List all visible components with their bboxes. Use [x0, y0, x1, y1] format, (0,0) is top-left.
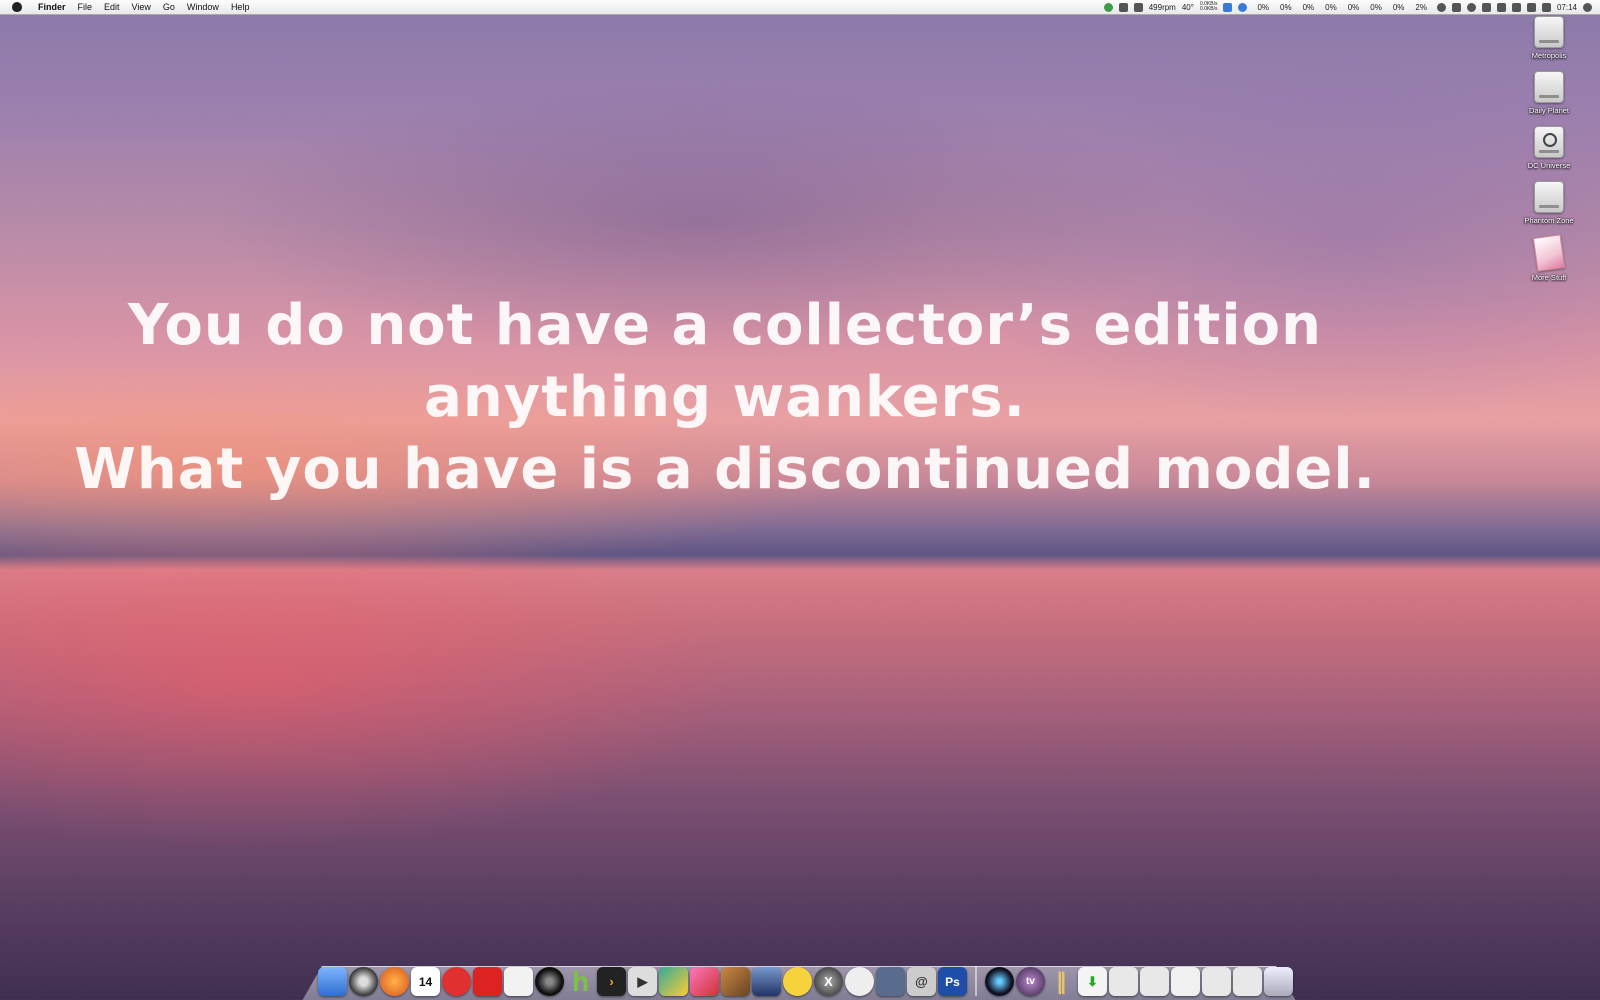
- monitor-icon[interactable]: [1133, 2, 1143, 12]
- temperature[interactable]: 40°: [1182, 3, 1194, 12]
- downloads-stack-icon[interactable]: ⬇: [1078, 967, 1107, 996]
- desktop-icon-label: More Stuff: [1531, 273, 1567, 282]
- cpu-core-5: 0%: [1347, 2, 1360, 12]
- bluetooth-icon[interactable]: [1481, 2, 1491, 12]
- drive-icon: [1534, 71, 1564, 103]
- battery-icon[interactable]: [1541, 2, 1551, 12]
- memory-icon[interactable]: [1223, 2, 1233, 12]
- dock-separator: [975, 966, 977, 996]
- documents-stack-icon[interactable]: [1109, 967, 1138, 996]
- frontrow-icon[interactable]: [985, 967, 1014, 996]
- menu-bar: Finder File Edit View Go Window Help 499…: [0, 0, 1600, 15]
- garageband-guitar-icon[interactable]: [721, 967, 750, 996]
- vinyl-icon[interactable]: [535, 967, 564, 996]
- cpu-meters[interactable]: 0% 0% 0% 0% 0% 0% 0% 2%: [1257, 3, 1427, 12]
- stack-folder-icon[interactable]: [1233, 967, 1262, 996]
- sync-icon[interactable]: [1436, 2, 1446, 12]
- drive-icon: [1534, 181, 1564, 213]
- mail-at-icon[interactable]: @: [907, 967, 936, 996]
- stack-icon: [1532, 234, 1566, 272]
- cpu-core-3: 0%: [1302, 2, 1315, 12]
- desktop-icon-label: Phantom Zone: [1524, 216, 1574, 225]
- clock[interactable]: 07:14: [1557, 3, 1577, 12]
- volume-icon[interactable]: [1526, 2, 1536, 12]
- cpu-core-2: 0%: [1280, 2, 1292, 12]
- pencils-folder-icon[interactable]: ∥: [1047, 967, 1076, 996]
- menu-file[interactable]: File: [72, 0, 99, 14]
- stack-folder-icon[interactable]: [1171, 967, 1200, 996]
- tv-icon[interactable]: tv: [1016, 967, 1045, 996]
- hulu-icon[interactable]: h: [566, 966, 595, 997]
- white-disc-icon[interactable]: [845, 967, 874, 996]
- red-app-icon[interactable]: [473, 967, 502, 996]
- quote-line-2: anything wankers.: [424, 365, 1026, 430]
- wallpaper-quote: You do not have a collector’s edition an…: [20, 290, 1430, 506]
- menu-app-finder[interactable]: Finder: [32, 0, 72, 14]
- dashboard-icon[interactable]: [876, 967, 905, 996]
- desktop-icon-more-stuff[interactable]: More Stuff: [1514, 234, 1584, 282]
- speech-bubble-icon[interactable]: [442, 967, 471, 996]
- cpu-core-7: 0%: [1392, 2, 1405, 12]
- flag-icon[interactable]: [1511, 2, 1521, 12]
- osx-x-icon[interactable]: X: [814, 967, 843, 996]
- menu-view[interactable]: View: [126, 0, 157, 14]
- time-machine-icon[interactable]: [1466, 2, 1476, 12]
- desktop-icon-label: Daily Planet: [1528, 106, 1570, 115]
- network-meter[interactable]: 0.0KB/s 0.0KB/s: [1200, 2, 1218, 12]
- globe-icon[interactable]: [1103, 2, 1113, 12]
- photoshop-icon[interactable]: Ps: [938, 967, 967, 996]
- colorful-app-icon[interactable]: [659, 967, 688, 996]
- quote-line-3: What you have is a discontinued model.: [74, 437, 1376, 502]
- desktop-icon-metropolis[interactable]: Metropolis: [1514, 16, 1584, 60]
- stack-folder-icon[interactable]: [1202, 967, 1231, 996]
- net-down: 0.0KB/s: [1199, 6, 1218, 12]
- desktop-icon-phantom-zone[interactable]: Phantom Zone: [1514, 181, 1584, 225]
- textedit-icon[interactable]: [504, 967, 533, 996]
- time-machine-drive-icon: [1534, 126, 1564, 158]
- fan-speed[interactable]: 499rpm: [1149, 3, 1176, 12]
- desktop-icon-daily-planet[interactable]: Daily Planet: [1514, 71, 1584, 115]
- menu-help[interactable]: Help: [225, 0, 256, 14]
- menu-edit[interactable]: Edit: [98, 0, 126, 14]
- desktop-icons: Metropolis Daily Planet DC Universe Phan…: [1514, 16, 1584, 282]
- firefox-icon[interactable]: [380, 967, 409, 996]
- finder-icon[interactable]: [318, 967, 347, 996]
- plex-icon[interactable]: ›: [597, 967, 626, 996]
- book-icon[interactable]: [1118, 2, 1128, 12]
- wifi-icon[interactable]: [1496, 2, 1506, 12]
- menu-window[interactable]: Window: [181, 0, 225, 14]
- dvd-player-icon[interactable]: ▶: [628, 967, 657, 996]
- ical-icon[interactable]: 14: [411, 967, 440, 996]
- safari-compass-icon[interactable]: [349, 967, 378, 996]
- display-icon[interactable]: [1451, 2, 1461, 12]
- cpu-core-8: 2%: [1415, 2, 1427, 12]
- apple-menu-icon[interactable]: [12, 2, 22, 12]
- drive-icon: [1534, 16, 1564, 48]
- desktop-icon-dc-universe[interactable]: DC Universe: [1514, 126, 1584, 170]
- trash-icon[interactable]: [1264, 967, 1293, 996]
- desktop-icon-label: Metropolis: [1531, 51, 1567, 60]
- keychain-icon[interactable]: [752, 967, 781, 996]
- menu-go[interactable]: Go: [157, 0, 181, 14]
- stack-folder-icon[interactable]: [1140, 967, 1169, 996]
- spotlight-icon[interactable]: [1583, 2, 1592, 12]
- desktop-icon-label: DC Universe: [1527, 161, 1571, 170]
- cpu-core-6: 0%: [1370, 2, 1382, 12]
- disk-pie-icon[interactable]: [1238, 2, 1248, 12]
- iphoto-icon[interactable]: [690, 967, 719, 996]
- cpu-core-4: 0%: [1325, 2, 1337, 12]
- quote-line-1: You do not have a collector’s edition: [128, 293, 1322, 358]
- cyberduck-icon[interactable]: [783, 967, 812, 996]
- dock: 14 h › ▶ X @ Ps tv ∥ ⬇: [318, 960, 1293, 997]
- cpu-core-1: 0%: [1257, 2, 1270, 12]
